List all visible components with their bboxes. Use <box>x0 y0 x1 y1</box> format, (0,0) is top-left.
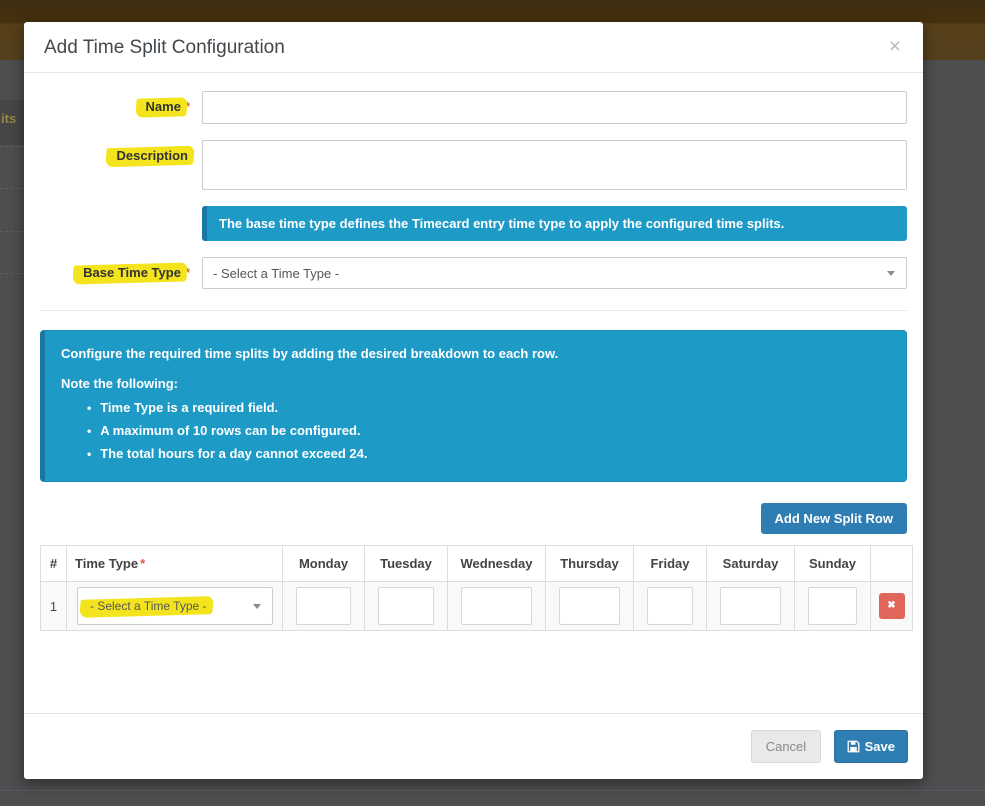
chevron-down-icon <box>887 271 895 276</box>
base-time-type-selected-value: - Select a Time Type - <box>213 266 339 281</box>
wednesday-input[interactable] <box>461 587 532 625</box>
description-form-row: Description <box>40 140 907 190</box>
actions-cell: ✖ <box>871 582 913 631</box>
column-header-num: # <box>41 546 67 582</box>
row-number-cell: 1 <box>41 582 67 631</box>
column-header-time-type: Time Type* <box>67 546 283 582</box>
info-box-bullet: A maximum of 10 rows can be configured. <box>87 423 890 438</box>
chevron-down-icon <box>253 604 261 609</box>
modal-header: × Add Time Split Configuration <box>24 22 923 73</box>
table-header-row: # Time Type* Monday Tuesday Wednesday Th… <box>41 546 913 582</box>
column-header-tuesday: Tuesday <box>365 546 448 582</box>
section-divider <box>40 310 907 311</box>
modal-footer: Cancel Save <box>24 713 923 779</box>
sunday-input[interactable] <box>808 587 857 625</box>
add-row-button-wrap: Add New Split Row <box>40 503 907 534</box>
base-banner-row: The base time type defines the Timecard … <box>40 206 907 241</box>
info-box-bullet: The total hours for a day cannot exceed … <box>87 446 890 461</box>
base-time-type-info-banner: The base time type defines the Timecard … <box>202 206 907 241</box>
column-header-saturday: Saturday <box>707 546 795 582</box>
base-time-type-label: Base Time Type* <box>40 257 190 289</box>
name-label-highlight: Name <box>144 99 183 114</box>
background-table-line <box>0 146 24 147</box>
page-title: Add Time Split Configuration <box>44 37 285 59</box>
configure-splits-info-box: Configure the required time splits by ad… <box>40 330 907 482</box>
base-time-type-label-highlight: Base Time Type <box>81 265 183 280</box>
time-type-cell: - Select a Time Type - <box>67 582 283 631</box>
info-box-bullet-list: Time Type is a required field. A maximum… <box>61 400 890 461</box>
name-input[interactable] <box>202 91 907 124</box>
sunday-cell <box>795 582 871 631</box>
cancel-button[interactable]: Cancel <box>751 730 821 763</box>
close-icon[interactable]: × <box>887 37 903 57</box>
description-label-highlight: Description <box>114 148 190 163</box>
friday-cell <box>634 582 707 631</box>
name-form-row: Name* <box>40 91 907 124</box>
time-splits-table: # Time Type* Monday Tuesday Wednesday Th… <box>40 545 913 631</box>
info-box-bullet: Time Type is a required field. <box>87 400 890 415</box>
background-breadcrumb-fragment: its <box>1 111 16 126</box>
tuesday-input[interactable] <box>378 587 434 625</box>
description-label: Description <box>40 140 190 190</box>
background-table-line <box>0 790 985 791</box>
row-time-type-selected-value: - Select a Time Type - <box>88 599 209 613</box>
thursday-cell <box>546 582 634 631</box>
background-table-line <box>0 231 24 232</box>
info-box-note-heading: Note the following: <box>61 376 890 391</box>
tuesday-cell <box>365 582 448 631</box>
delete-row-button[interactable]: ✖ <box>879 593 905 619</box>
column-header-actions <box>871 546 913 582</box>
modal-body: Name* Description The base time type def… <box>24 73 923 631</box>
monday-input[interactable] <box>296 587 351 625</box>
add-time-split-configuration-modal: × Add Time Split Configuration Name* Des… <box>24 22 923 779</box>
saturday-cell <box>707 582 795 631</box>
monday-cell <box>283 582 365 631</box>
save-button-label: Save <box>865 739 895 754</box>
friday-input[interactable] <box>647 587 693 625</box>
info-box-intro: Configure the required time splits by ad… <box>61 346 890 361</box>
delete-icon: ✖ <box>887 600 895 611</box>
column-header-sunday: Sunday <box>795 546 871 582</box>
thursday-input[interactable] <box>559 587 620 625</box>
time-type-header-label: Time Type <box>75 556 138 571</box>
description-textarea[interactable] <box>202 140 907 190</box>
column-header-monday: Monday <box>283 546 365 582</box>
column-header-thursday: Thursday <box>546 546 634 582</box>
column-header-wednesday: Wednesday <box>448 546 546 582</box>
add-new-split-row-button[interactable]: Add New Split Row <box>761 503 907 534</box>
label-spacer <box>40 206 190 241</box>
background-table-line <box>0 188 24 189</box>
base-time-type-form-row: Base Time Type* - Select a Time Type - <box>40 257 907 289</box>
wednesday-cell <box>448 582 546 631</box>
table-row: 1 - Select a Time Type - <box>41 582 913 631</box>
base-time-type-select[interactable]: - Select a Time Type - <box>202 257 907 289</box>
save-icon <box>847 740 860 753</box>
name-label: Name* <box>40 91 190 124</box>
required-marker: * <box>140 556 145 571</box>
column-header-friday: Friday <box>634 546 707 582</box>
save-button[interactable]: Save <box>834 730 908 763</box>
saturday-input[interactable] <box>720 587 781 625</box>
background-table-line <box>0 273 24 274</box>
row-time-type-select[interactable]: - Select a Time Type - <box>77 587 273 625</box>
